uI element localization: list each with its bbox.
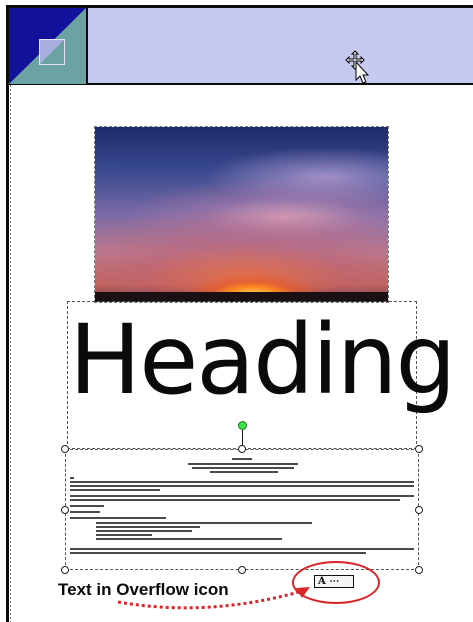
page-margin-guide — [10, 85, 11, 622]
resize-handle-top-center[interactable] — [238, 445, 246, 453]
rotate-handle[interactable] — [238, 421, 247, 430]
sunset-photo[interactable] — [94, 126, 389, 303]
resize-handle-top-right[interactable] — [415, 445, 423, 453]
dotted-arrow-icon — [117, 587, 310, 610]
document-corner-icon[interactable] — [9, 8, 86, 84]
resize-handle-top-left[interactable] — [61, 445, 69, 453]
resize-handle-middle-left[interactable] — [61, 506, 69, 514]
ruler-divider — [86, 8, 88, 84]
resize-handle-bottom-center[interactable] — [238, 566, 246, 574]
body-text-lines — [70, 455, 416, 565]
resize-handle-bottom-left[interactable] — [61, 566, 69, 574]
move-cursor-icon — [345, 50, 370, 84]
heading-text: Heading — [69, 304, 456, 416]
publisher-page: Heading A ⋯ Text in Overflow icon — [0, 0, 473, 622]
resize-handle-middle-right[interactable] — [415, 506, 423, 514]
resize-handle-bottom-right[interactable] — [415, 566, 423, 574]
page-left-edge — [6, 85, 9, 622]
text-overflow-icon[interactable]: A ⋯ — [314, 575, 354, 588]
